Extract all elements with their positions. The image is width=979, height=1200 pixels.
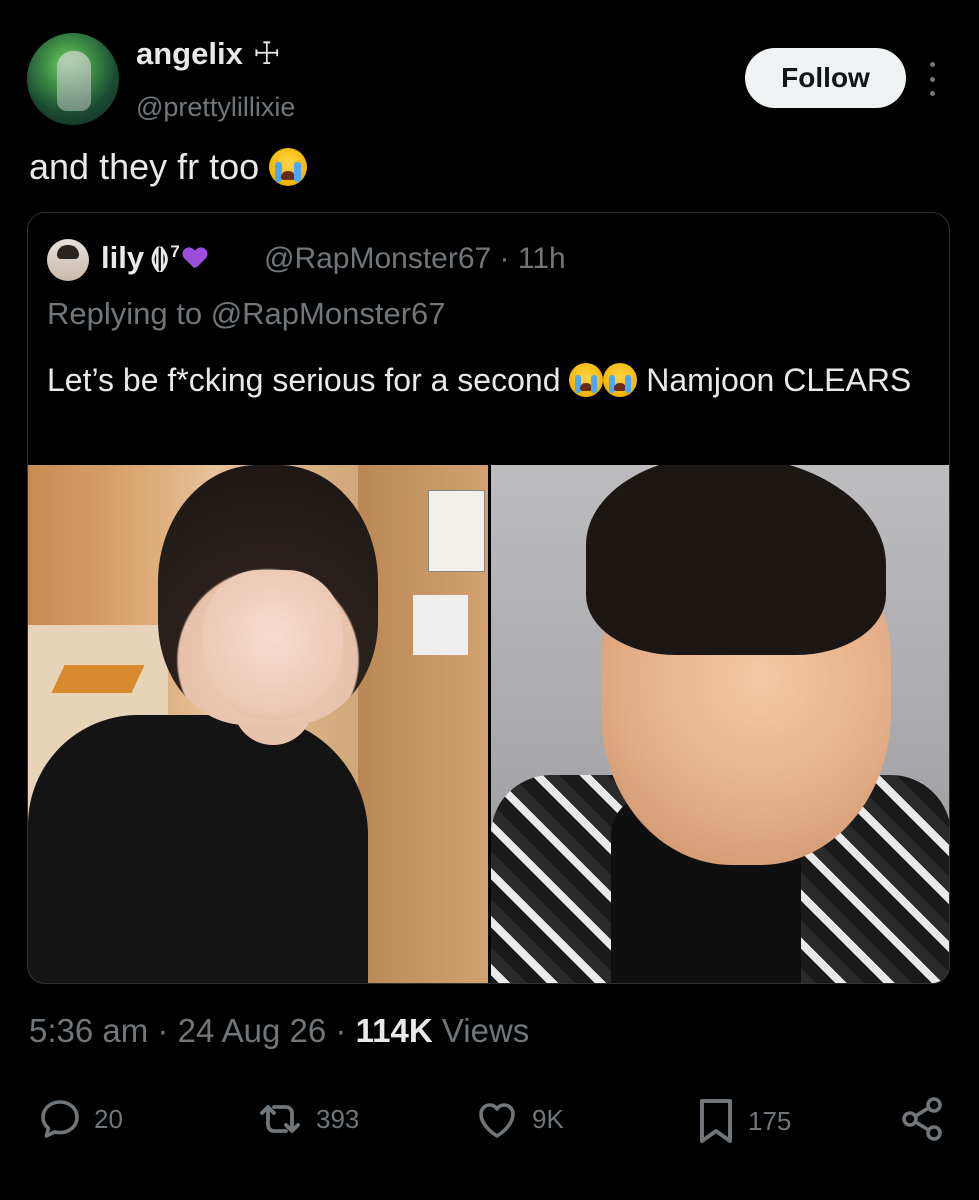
tweet-time: 5:36 am <box>29 1012 149 1049</box>
quoted-handle-time: @RapMonster67 · 11h <box>264 242 566 275</box>
quoted-author-name[interactable]: lily ⟬⟭7 <box>101 240 207 276</box>
quoted-name-text: lily <box>101 240 145 275</box>
share-icon <box>902 1097 942 1141</box>
share-button[interactable] <box>898 1095 946 1143</box>
reply-icon <box>41 1100 79 1138</box>
quoted-tweet-text: Let’s be f*cking serious for a second Na… <box>47 357 927 403</box>
purple-heart-icon <box>183 248 207 270</box>
like-button[interactable]: 9K <box>472 1095 564 1143</box>
loudly-crying-face-icon <box>569 363 604 397</box>
repost-button[interactable]: 393 <box>254 1095 359 1143</box>
cross-symbol: ☩ <box>252 36 281 71</box>
views-count: 114K <box>355 1012 433 1049</box>
loudly-crying-face-icon <box>603 363 638 397</box>
meta-separator: · <box>157 1012 169 1049</box>
meta-separator: · <box>335 1012 347 1049</box>
quoted-text-part2: Namjoon CLEARS <box>646 362 912 398</box>
author-avatar[interactable] <box>27 33 119 125</box>
bookmark-icon <box>700 1099 732 1143</box>
heart-icon <box>479 1103 515 1138</box>
reply-button[interactable]: 20 <box>36 1095 123 1143</box>
quoted-name-badge: ⟬⟭7 <box>150 242 180 272</box>
follow-button[interactable]: Follow <box>745 48 906 108</box>
author-name-text: angelix <box>136 36 243 71</box>
bookmark-count: 175 <box>748 1105 792 1136</box>
like-count: 9K <box>532 1103 564 1134</box>
replying-to[interactable]: Replying to @RapMonster67 <box>47 296 446 332</box>
tweet-date: 24 Aug 26 <box>177 1012 327 1049</box>
tweet-text: and they fr too <box>29 146 308 188</box>
more-options-icon[interactable] <box>922 62 942 96</box>
quoted-tweet-card[interactable]: lily ⟬⟭7 @RapMonster67 · 11h Replying to… <box>27 212 950 984</box>
bookmark-button[interactable]: 175 <box>694 1095 791 1147</box>
author-handle[interactable]: @prettylillixie <box>136 92 295 123</box>
author-display-name[interactable]: angelix ☩ <box>136 36 281 72</box>
left-selfie-photo[interactable] <box>28 465 488 983</box>
repost-icon <box>260 1105 300 1133</box>
views-label: Views <box>441 1012 530 1049</box>
repost-count: 393 <box>316 1103 360 1134</box>
quoted-author-avatar[interactable] <box>47 239 89 281</box>
right-portrait-photo[interactable] <box>491 465 949 983</box>
quoted-text-part1: Let’s be f*cking serious for a second <box>47 362 561 398</box>
reply-count: 20 <box>94 1103 123 1134</box>
loudly-crying-face-icon <box>269 148 308 186</box>
tweet-meta: 5:36 am · 24 Aug 26 · 114K Views <box>29 1012 529 1050</box>
tweet-text-content: and they fr too <box>29 146 260 187</box>
